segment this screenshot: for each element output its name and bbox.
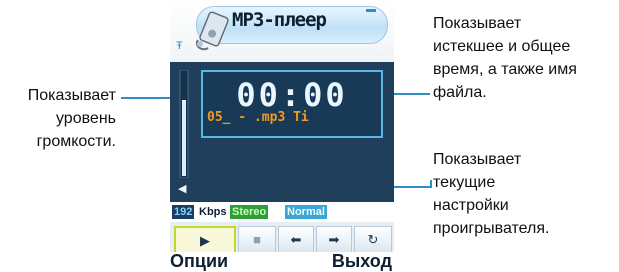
repeat-icon: ↻ [367, 232, 379, 247]
bitrate-badge: 192 [172, 205, 195, 219]
speaker-icon: ◀ [178, 183, 187, 195]
callout-volume-line-3: громкости. [36, 133, 116, 150]
callout-volume-line-2: уровень [55, 110, 116, 127]
leader-line-volume [121, 97, 177, 99]
battery-icon: ▬ [366, 4, 376, 15]
play-icon: ▶ [200, 233, 210, 248]
callout-time-line-2: истекшее и общее [433, 38, 571, 55]
volume-bar [179, 69, 189, 179]
callout-time: Показывает истекшее и общее время, а так… [433, 12, 618, 104]
stop-button[interactable]: ■ [238, 226, 276, 254]
callout-time-line-4: файла. [433, 84, 487, 101]
softkey-bar: Опции Выход [170, 251, 394, 272]
callout-volume-line-1: Показывает [27, 87, 116, 104]
next-button[interactable]: ➡ [316, 226, 352, 254]
previous-button[interactable]: ⬅ [278, 226, 314, 254]
phone-screen: Ŧ МР3-плеер ▬ ◀ 00:00 05_ - .mp3 Ti 192 [170, 0, 394, 272]
callout-time-line-1: Показывает [433, 15, 522, 32]
repeat-button[interactable]: ↻ [354, 226, 392, 254]
stop-icon: ■ [253, 232, 261, 247]
previous-icon: ⬅ [290, 232, 302, 247]
stereo-badge: Stereo [230, 205, 269, 219]
signal-icon: Ŧ [176, 40, 183, 52]
options-softkey[interactable]: Опции [170, 251, 228, 272]
header-area: Ŧ МР3-плеер ▬ [170, 0, 394, 62]
time-display-box: 00:00 05_ - .mp3 Ti [201, 70, 383, 138]
file-name: 05_ - .mp3 Ti [207, 110, 309, 125]
normal-badge: Normal [285, 205, 327, 219]
status-bar: 192 Kbps Stereo Normal [170, 203, 394, 221]
bitrate-unit: Kbps [199, 206, 227, 218]
player-screen: ◀ 00:00 05_ - .mp3 Ti [170, 62, 394, 202]
callout-time-line-3: время, а также имя [433, 61, 577, 78]
callout-settings: Показывает текущие настройки проигрывате… [433, 148, 618, 240]
exit-softkey[interactable]: Выход [332, 251, 392, 272]
time-display: 00:00 [236, 76, 348, 114]
leader-line-settings-vertical [430, 180, 432, 188]
mp3-player-icon [192, 10, 232, 54]
callout-settings-line-1: Показывает [433, 151, 522, 168]
next-icon: ➡ [328, 232, 340, 247]
callout-volume: Показывает уровень громкости. [6, 84, 116, 153]
callout-settings-line-2: текущие [433, 174, 496, 191]
callout-settings-line-4: проигрывателя. [433, 220, 550, 237]
callout-settings-line-3: настройки [433, 197, 509, 214]
app-title: МР3-плеер [232, 9, 327, 31]
